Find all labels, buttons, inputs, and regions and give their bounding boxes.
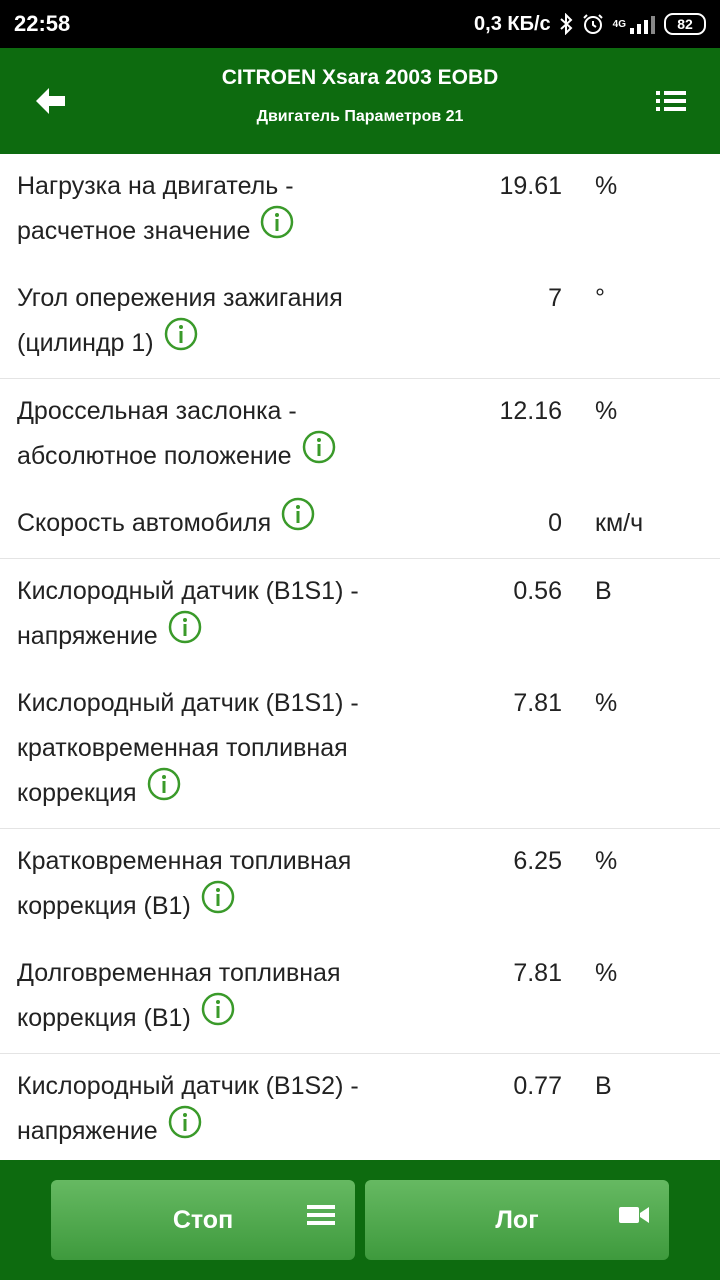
parameter-row: Дроссельная заслонка - абсолютное положе…	[0, 379, 720, 491]
parameter-value: 12.16	[499, 397, 562, 425]
parameter-value: 7.81	[513, 959, 562, 987]
info-icon[interactable]	[281, 497, 315, 546]
parameter-value: 7.81	[513, 689, 562, 717]
parameter-name: Угол опережения зажигания (цилиндр 1)	[17, 276, 412, 366]
battery-indicator: 82	[664, 13, 706, 35]
parameter-unit: %	[595, 172, 618, 200]
parameter-value: 7	[548, 284, 562, 312]
stop-button-label: Стоп	[172, 1205, 234, 1234]
status-indicators: 0,3 КБ/с 4G 82	[474, 12, 706, 36]
parameter-name: Дроссельная заслонка - абсолютное положе…	[17, 389, 412, 479]
stop-button[interactable]: Стоп	[51, 1180, 355, 1260]
page-title: CITROEN Xsara 2003 EOBD	[221, 66, 499, 89]
status-time: 22:58	[14, 11, 71, 36]
parameter-value: 6.25	[513, 847, 562, 875]
parameter-unit: %	[595, 847, 618, 875]
parameter-row: Кислородный датчик (B1S1) - кратковремен…	[0, 671, 720, 828]
parameter-unit: В	[595, 1072, 612, 1100]
parameter-unit: %	[595, 397, 618, 425]
info-icon[interactable]	[168, 610, 202, 659]
video-camera-icon	[619, 1204, 649, 1233]
page-subtitle: Двигатель Параметров 21	[256, 108, 464, 125]
parameter-group: Кратковременная топливная коррекция (B1)…	[0, 829, 720, 1054]
bottom-bar: Стоп Лог	[0, 1160, 720, 1280]
parameter-name: Скорость автомобиля	[17, 497, 412, 546]
network-speed: 0,3 КБ/с	[474, 12, 551, 35]
parameter-group: Кислородный датчик (B1S2) - напряжение 0…	[0, 1054, 720, 1160]
parameter-group: Кислородный датчик (B1S1) - напряжение 0…	[0, 559, 720, 829]
info-icon[interactable]	[201, 880, 235, 929]
list-menu-icon	[656, 91, 686, 111]
parameter-name: Кислородный датчик (B1S2) - напряжение	[17, 1064, 412, 1154]
parameter-unit: °	[595, 284, 605, 312]
parameter-unit: %	[595, 689, 618, 717]
parameter-row: Кислородный датчик (B1S2) - напряжение 0…	[0, 1054, 720, 1160]
app-bar: CITROEN Xsara 2003 EOBD Двигатель Параме…	[0, 48, 720, 154]
parameter-unit: %	[595, 959, 618, 987]
parameter-row: Долговременная топливная коррекция (B1) …	[0, 941, 720, 1053]
info-icon[interactable]	[260, 205, 294, 254]
parameter-value: 0	[548, 509, 562, 537]
info-icon[interactable]	[164, 317, 198, 366]
parameter-name: Нагрузка на двигатель - расчетное значен…	[17, 164, 412, 254]
status-bar: 22:58 0,3 КБ/с 4G 82	[0, 0, 720, 48]
parameter-name: Кратковременная топливная коррекция (B1)	[17, 839, 412, 929]
parameter-row: Кислородный датчик (B1S1) - напряжение 0…	[0, 559, 720, 671]
info-icon[interactable]	[168, 1105, 202, 1154]
parameter-name: Кислородный датчик (B1S1) - напряжение	[17, 569, 412, 659]
parameter-row: Угол опережения зажигания (цилиндр 1) 7 …	[0, 266, 720, 378]
parameter-list[interactable]: Нагрузка на двигатель - расчетное значен…	[0, 154, 720, 1160]
parameter-group: Дроссельная заслонка - абсолютное положе…	[0, 379, 720, 559]
parameter-group: Нагрузка на двигатель - расчетное значен…	[0, 154, 720, 379]
network-type: 4G	[612, 18, 626, 30]
menu-button[interactable]	[648, 78, 694, 124]
parameter-value: 0.56	[513, 577, 562, 605]
parameter-name: Долговременная топливная коррекция (B1)	[17, 951, 412, 1041]
parameter-value: 0.77	[513, 1072, 562, 1100]
info-icon[interactable]	[201, 992, 235, 1041]
info-icon[interactable]	[147, 767, 181, 816]
info-icon[interactable]	[302, 430, 336, 479]
parameter-row: Кратковременная топливная коррекция (B1)…	[0, 829, 720, 941]
hamburger-icon	[307, 1204, 335, 1233]
parameter-row: Нагрузка на двигатель - расчетное значен…	[0, 154, 720, 266]
parameter-unit: В	[595, 577, 612, 605]
alarm-icon	[581, 12, 605, 36]
log-button[interactable]: Лог	[365, 1180, 669, 1260]
signal-icon: 4G	[613, 14, 656, 34]
log-button-label: Лог	[495, 1205, 539, 1234]
bluetooth-icon	[559, 13, 573, 35]
parameter-value: 19.61	[499, 172, 562, 200]
parameter-name: Кислородный датчик (B1S1) - кратковремен…	[17, 681, 412, 816]
parameter-row: Скорость автомобиля 0 км/ч	[0, 491, 720, 558]
parameter-unit: км/ч	[595, 509, 644, 537]
